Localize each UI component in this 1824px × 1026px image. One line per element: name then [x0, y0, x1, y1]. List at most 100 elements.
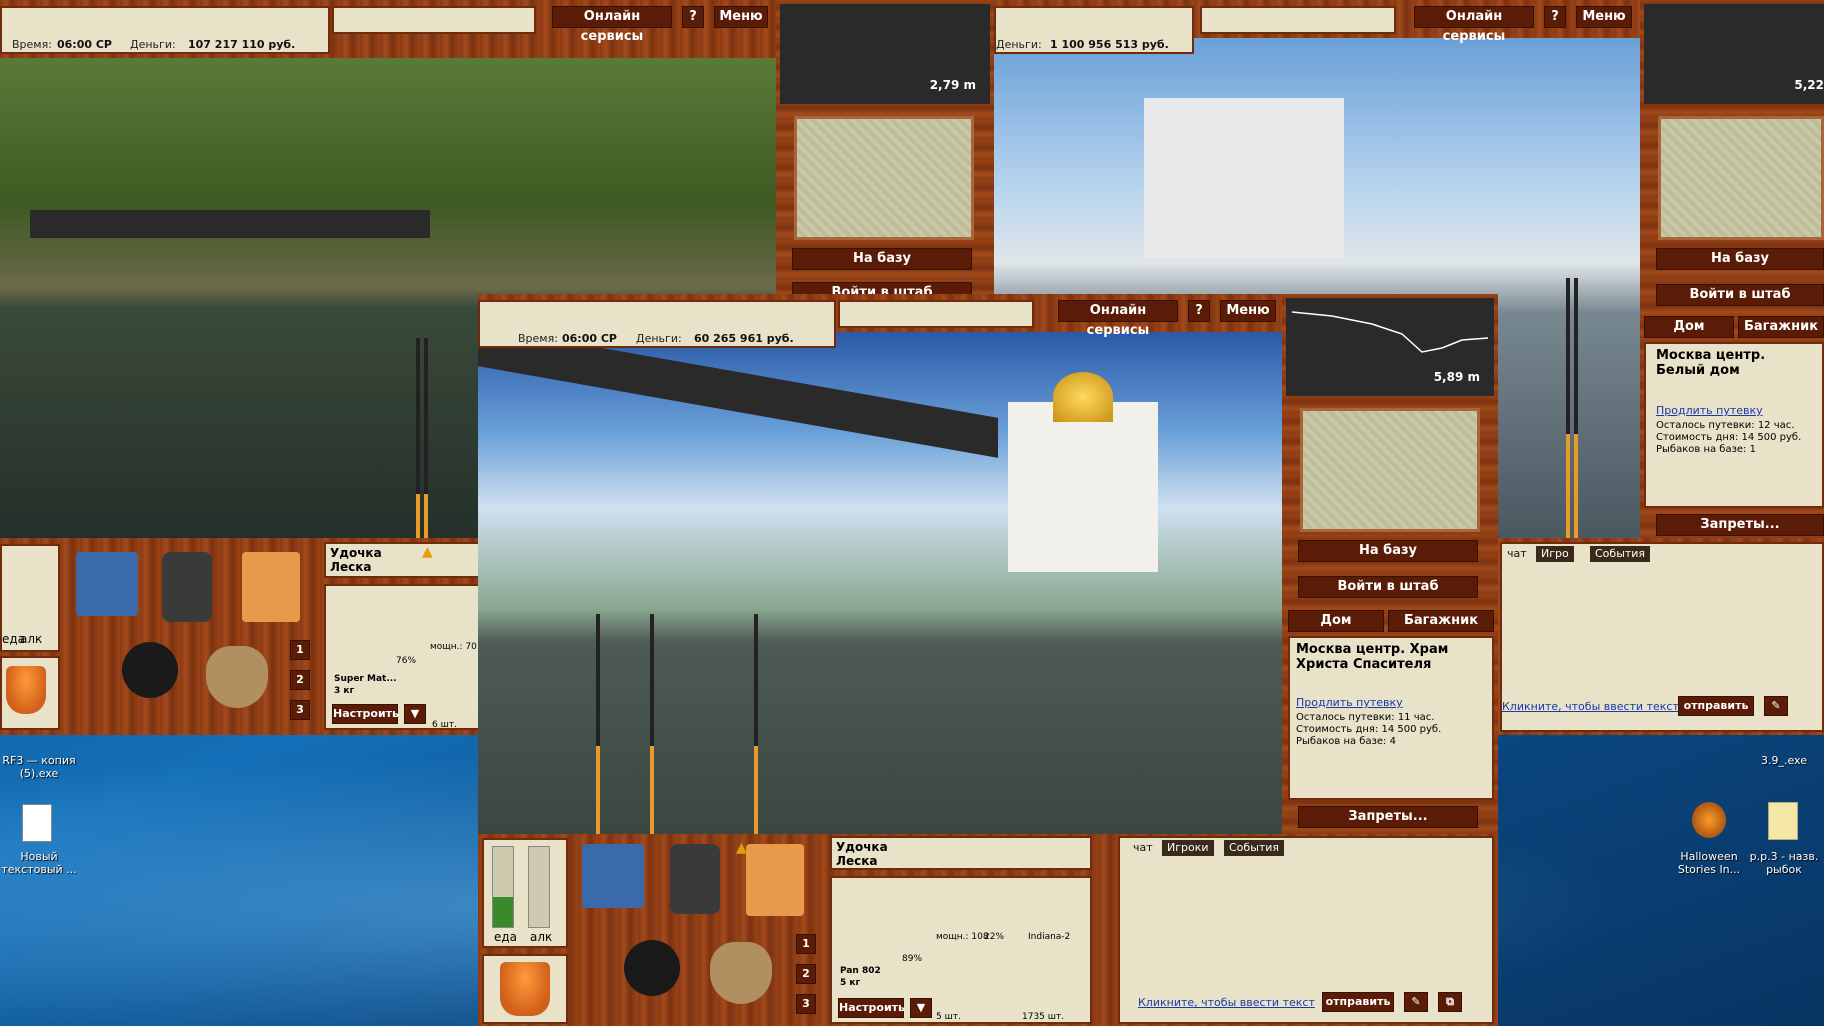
enter-hq-button[interactable]: Войти в штаб [1656, 284, 1824, 306]
expand-icon[interactable]: ⧉ [1438, 992, 1462, 1012]
tab-chat[interactable]: чат [1502, 546, 1532, 562]
notebook-icon[interactable] [746, 844, 804, 916]
setup-button[interactable]: Настроить [838, 998, 905, 1018]
fishing-rod-2[interactable] [650, 614, 654, 834]
fishing-rod[interactable] [424, 338, 428, 538]
rod-condition: 76% [396, 656, 417, 666]
tab-events[interactable]: События [1224, 840, 1285, 856]
fishing-rod-3[interactable] [754, 614, 758, 834]
location-map[interactable] [1300, 408, 1480, 532]
money-label: Деньги: [996, 38, 1042, 51]
slot-2-button[interactable]: 2 [290, 670, 310, 690]
slot-2-button[interactable]: 2 [796, 964, 816, 984]
home-tab[interactable]: Дом [1288, 610, 1384, 632]
restrictions-button[interactable]: Запреты... [1298, 806, 1478, 828]
tackle-panel: Super Mat... 3 кг 76% мощн.: 70 6 шт. На… [324, 584, 480, 730]
send-button[interactable]: отправить [1322, 992, 1394, 1012]
pen-icon[interactable]: ✎ [1764, 696, 1788, 716]
trunk-tab[interactable]: Багажник [1738, 316, 1824, 338]
home-tab[interactable]: Дом [1644, 316, 1734, 338]
slot-3-button[interactable]: 3 [290, 700, 310, 720]
money-value: 107 217 110 руб. [188, 38, 296, 51]
warning-icon: ▲ [422, 544, 433, 560]
bucket-slot[interactable] [0, 656, 60, 730]
menu-button[interactable]: Меню [1220, 300, 1276, 322]
time-value: 06:00 СР [562, 332, 617, 345]
money-value: 60 265 961 руб. [694, 332, 794, 345]
scene-cathedral[interactable] [478, 332, 1282, 834]
rod-condition: 89% [902, 954, 923, 964]
permit-left: Осталось путевки: 11 час. [1296, 712, 1435, 723]
rod-line-panel: Удочка Леска ▲ [324, 542, 480, 578]
slot-1-button[interactable]: 1 [290, 640, 310, 660]
keepnet-icon[interactable] [710, 942, 772, 1004]
tackle-box-icon[interactable] [582, 844, 644, 908]
backpack-icon[interactable] [162, 552, 212, 622]
desktop-icon-halloween[interactable]: Halloween Stories In... [1670, 800, 1750, 880]
extend-permit-link[interactable]: Продлить путевку [1656, 404, 1763, 417]
extend-permit-link[interactable]: Продлить путевку [1296, 696, 1403, 709]
tab-events[interactable]: События [1590, 546, 1651, 562]
desktop-icon-fish-names[interactable]: p.p.3 - назв. рыбок [1746, 800, 1824, 880]
bucket-slot[interactable] [482, 954, 568, 1024]
pen-icon[interactable]: ✎ [1404, 992, 1428, 1012]
online-services-button[interactable]: Онлайн сервисы [1414, 6, 1534, 44]
desktop-icon-label: Halloween Stories In... [1677, 850, 1741, 876]
setup-button[interactable]: Настроить [332, 704, 399, 724]
keepnet-icon[interactable] [206, 646, 268, 708]
food-level [493, 897, 513, 927]
help-button[interactable]: ? [1544, 6, 1566, 28]
location-info-panel: Москва центр. Белый дом Продлить путевку… [1644, 342, 1824, 508]
cauldron-icon[interactable] [122, 642, 178, 698]
tab-chat[interactable]: чат [1128, 840, 1158, 856]
cathedral-building [1008, 372, 1158, 572]
warning-icon: ▲ [736, 840, 747, 856]
desktop-icon-text-file[interactable]: Новый текстовый ... [0, 800, 80, 880]
slot-3-button[interactable]: 3 [796, 994, 816, 1014]
online-services-button[interactable]: Онлайн сервисы [1058, 300, 1178, 338]
desktop-icon-label: p.p.3 - назв. рыбок [1749, 850, 1819, 876]
desktop-icon-rf3[interactable]: RF3 — копия (5).exe [0, 728, 80, 788]
notebook-icon[interactable] [242, 552, 300, 622]
location-map[interactable] [1658, 116, 1824, 240]
food-label: еда [494, 930, 518, 944]
fish-trophies [838, 300, 1034, 328]
desktop-icon-exe[interactable]: 3.9_.exe [1746, 728, 1824, 788]
filter-icon[interactable]: ▼ [404, 704, 426, 724]
to-base-button[interactable]: На базу [792, 248, 972, 270]
to-base-button[interactable]: На базу [1656, 248, 1824, 270]
location-name: Москва центр. Храм Христа Спасителя [1296, 642, 1449, 672]
reel-power: мощн.: 70 [430, 642, 477, 652]
trunk-tab[interactable]: Багажник [1388, 610, 1494, 632]
help-button[interactable]: ? [1188, 300, 1210, 322]
enter-hq-button[interactable]: Войти в штаб [1298, 576, 1478, 598]
archive-icon [1768, 802, 1798, 840]
cauldron-icon[interactable] [624, 940, 680, 996]
tackle-panel: Pan 802 5 кг 89% мощн.: 108 22% Indiana-… [830, 876, 1092, 1024]
help-button[interactable]: ? [682, 6, 704, 28]
to-base-button[interactable]: На базу [1298, 540, 1478, 562]
fishing-rod-1[interactable] [596, 614, 600, 834]
fishing-rod[interactable] [1574, 278, 1578, 538]
online-services-button[interactable]: Онлайн сервисы [552, 6, 672, 44]
money-label: Деньги: [130, 38, 176, 51]
rod-label: Удочка [330, 546, 382, 560]
filter-icon[interactable]: ▼ [910, 998, 932, 1018]
chat-input[interactable]: Кликните, чтобы ввести текст [1502, 700, 1679, 713]
fishing-rod[interactable] [1566, 278, 1570, 538]
menu-button[interactable]: Меню [1576, 6, 1632, 28]
tab-players[interactable]: Игроки [1162, 840, 1214, 856]
tackle-box-icon[interactable] [76, 552, 138, 616]
fishing-rod[interactable] [416, 338, 420, 538]
chat-input[interactable]: Кликните, чтобы ввести текст [1138, 996, 1315, 1009]
restrictions-button[interactable]: Запреты... [1656, 514, 1824, 536]
send-button[interactable]: отправить [1678, 696, 1754, 716]
food-alc-panel: еда алк [482, 838, 568, 948]
rod-name: Super Mat... [334, 674, 397, 684]
backpack-icon[interactable] [670, 844, 720, 914]
location-map[interactable] [794, 116, 974, 240]
time-label: Время: [518, 332, 558, 345]
slot-1-button[interactable]: 1 [796, 934, 816, 954]
tab-players[interactable]: Игро [1536, 546, 1574, 562]
menu-button[interactable]: Меню [714, 6, 768, 28]
